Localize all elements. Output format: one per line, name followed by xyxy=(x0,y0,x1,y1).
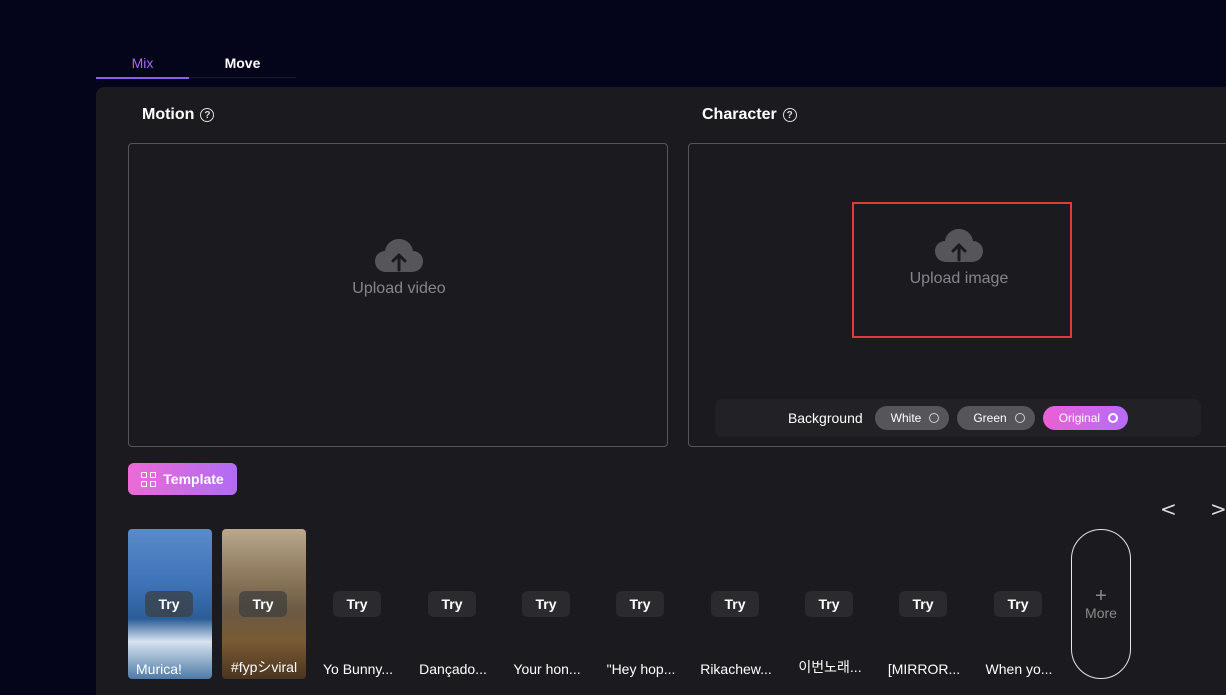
background-label: Background xyxy=(787,410,863,426)
motion-title: Motion ? xyxy=(142,106,215,124)
template-label: "Hey hop... xyxy=(606,661,676,677)
help-icon[interactable]: ? xyxy=(200,108,215,122)
template-label: Murica! xyxy=(136,661,182,677)
background-original-option[interactable]: Original xyxy=(1042,406,1129,430)
template-label: #fypシviral xyxy=(230,659,298,675)
background-selector: Background White Green Original xyxy=(715,399,1201,437)
next-arrow-button[interactable]: > xyxy=(1210,497,1226,521)
template-label: Yo Bunny... xyxy=(322,661,394,677)
template-card[interactable]: Try Yo Bunny... xyxy=(316,529,400,679)
background-green-option[interactable]: Green xyxy=(957,406,1035,430)
background-white-option[interactable]: White xyxy=(874,406,950,430)
more-templates-button[interactable]: + More xyxy=(1071,529,1131,679)
upload-image-highlight xyxy=(852,202,1072,338)
main-panel: Motion ? Character ? Upload video Upload… xyxy=(96,87,1226,695)
grid-icon xyxy=(141,471,157,487)
option-label: Original xyxy=(1058,411,1101,425)
option-label: White xyxy=(890,411,922,425)
template-card[interactable]: Try 이번노래... xyxy=(788,529,872,679)
template-label: Rikachew... xyxy=(700,661,772,677)
template-label: Your hon... xyxy=(513,661,581,677)
prev-arrow-button[interactable]: < xyxy=(1160,497,1177,521)
try-button[interactable]: Try xyxy=(711,591,759,617)
try-button[interactable]: Try xyxy=(333,591,381,617)
radio-selected-icon xyxy=(1108,413,1119,423)
tab-mix[interactable]: Mix xyxy=(96,48,189,79)
try-button[interactable]: Try xyxy=(616,591,664,617)
tab-move[interactable]: Move xyxy=(196,48,289,78)
try-button[interactable]: Try xyxy=(145,591,193,617)
template-button-label: Template xyxy=(163,471,224,487)
radio-icon xyxy=(929,413,940,423)
character-title: Character ? xyxy=(702,106,797,124)
motion-title-text: Motion xyxy=(142,106,195,123)
upload-video-dropzone[interactable]: Upload video xyxy=(128,143,668,447)
template-label: Dançado... xyxy=(419,661,487,677)
try-button[interactable]: Try xyxy=(428,591,476,617)
mode-tabs: Mix Move xyxy=(96,48,296,79)
try-button[interactable]: Try xyxy=(805,591,853,617)
template-card[interactable]: Try When yo... xyxy=(977,529,1061,679)
help-icon[interactable]: ? xyxy=(782,108,797,122)
template-label: [MIRROR... xyxy=(887,661,961,677)
try-button[interactable]: Try xyxy=(522,591,570,617)
template-card[interactable]: Try [MIRROR... xyxy=(882,529,966,679)
template-card[interactable]: Try Your hon... xyxy=(505,529,589,679)
more-label: More xyxy=(1085,605,1117,621)
template-card[interactable]: Try Rikachew... xyxy=(694,529,778,679)
template-card[interactable]: Try #fypシviral xyxy=(222,529,306,679)
plus-icon: + xyxy=(1095,585,1107,607)
template-label: 이번노래... xyxy=(798,659,862,675)
cloud-upload-icon xyxy=(375,239,423,272)
radio-icon xyxy=(1014,413,1025,423)
try-button[interactable]: Try xyxy=(994,591,1042,617)
character-title-text: Character xyxy=(702,106,777,123)
template-button[interactable]: Template xyxy=(128,463,237,495)
template-card[interactable]: Try Murica! xyxy=(128,529,212,679)
option-label: Green xyxy=(973,411,1007,425)
try-button[interactable]: Try xyxy=(899,591,947,617)
template-label: When yo... xyxy=(985,661,1053,677)
try-button[interactable]: Try xyxy=(239,591,287,617)
template-card[interactable]: Try "Hey hop... xyxy=(599,529,683,679)
upload-video-text: Upload video xyxy=(352,280,446,297)
template-card[interactable]: Try Dançado... xyxy=(411,529,495,679)
